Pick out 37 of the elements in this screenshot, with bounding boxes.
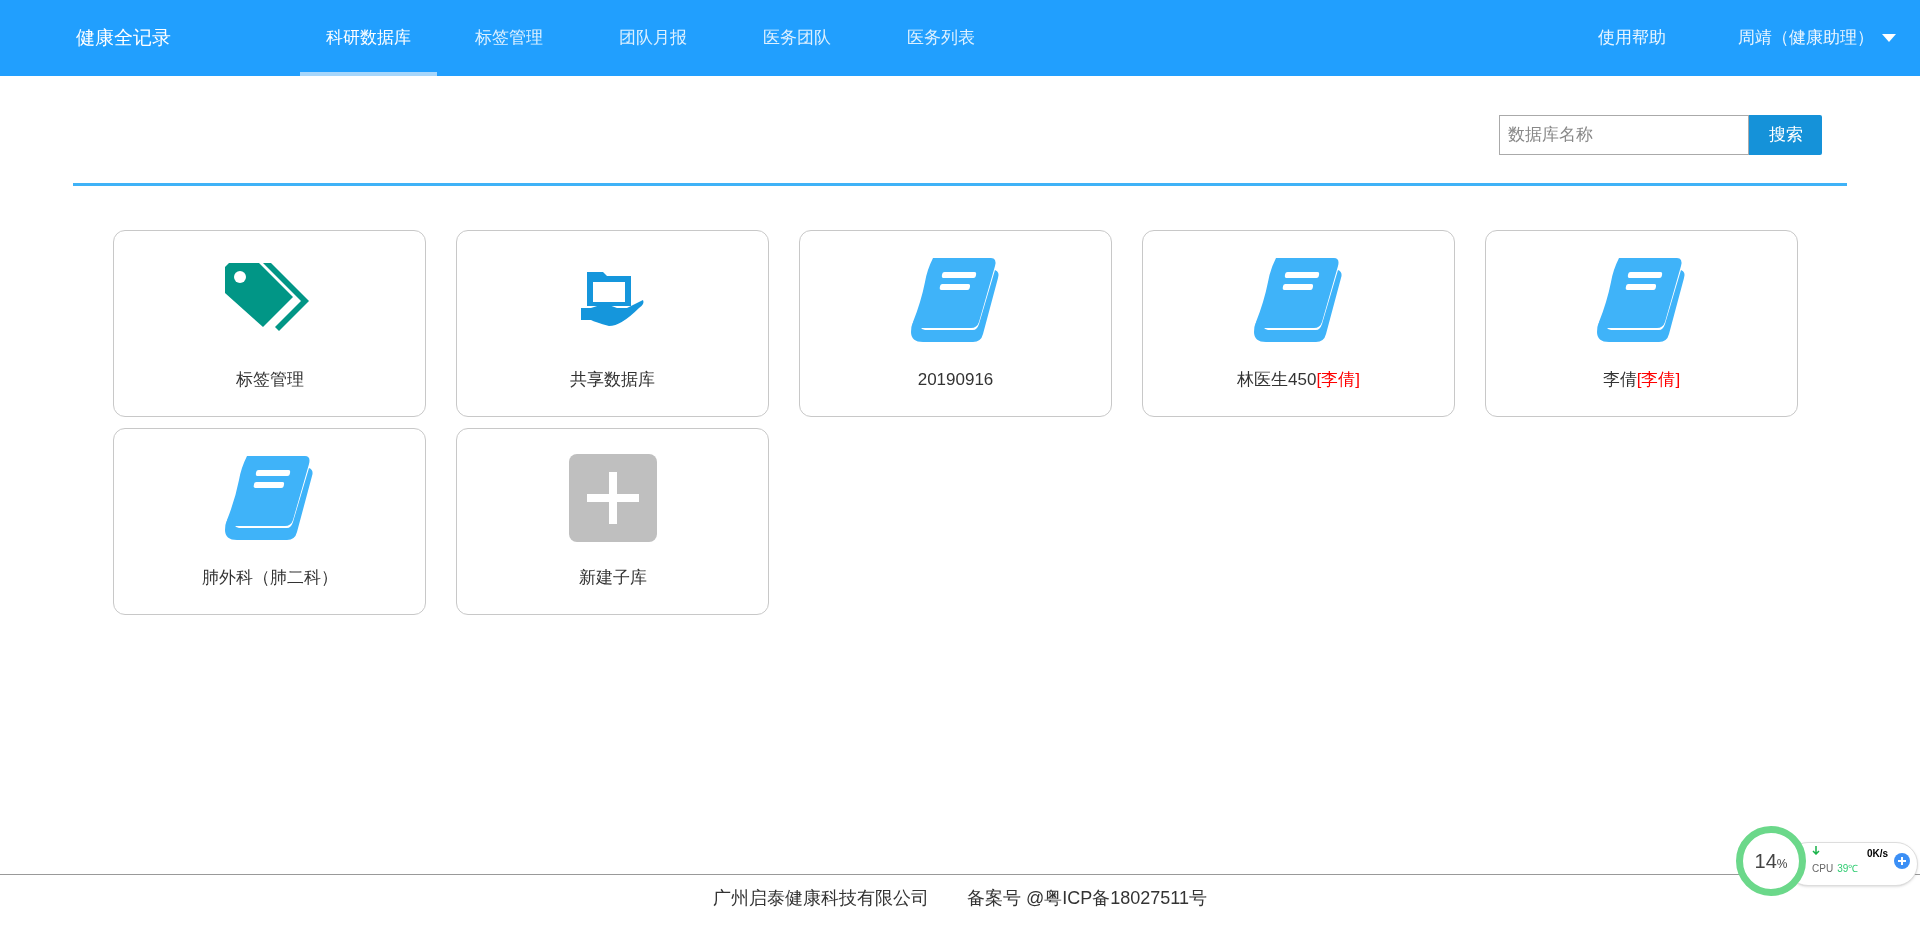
- card-title: 林医生450[李倩]: [1237, 369, 1360, 391]
- nav-tab[interactable]: 医务团队: [725, 0, 869, 76]
- icp-record: 备案号 @粤ICP备18027511号: [967, 887, 1207, 910]
- book-icon: [1253, 258, 1344, 342]
- brand-title[interactable]: 健康全记录: [76, 23, 171, 53]
- card-title: 肺外科（肺二科）: [201, 567, 338, 589]
- database-card[interactable]: 肺外科（肺二科）: [113, 428, 426, 615]
- database-card[interactable]: 李倩[李倩]: [1485, 230, 1798, 417]
- nav-tab[interactable]: 科研数据库: [300, 0, 437, 76]
- database-card[interactable]: 标签管理: [113, 230, 426, 417]
- caret-icon: [1882, 34, 1896, 42]
- add-icon[interactable]: [568, 454, 657, 542]
- card-title: 20190916: [917, 369, 994, 391]
- book-icon: [224, 456, 315, 540]
- card-title: 新建子库: [578, 567, 647, 589]
- card-title: 李倩[李倩]: [1602, 369, 1681, 391]
- help-link[interactable]: 使用帮助: [1598, 25, 1666, 51]
- network-speed: 0K/s: [1866, 847, 1888, 861]
- company-name: 广州启泰健康科技有限公司: [713, 887, 929, 910]
- database-card[interactable]: 新建子库: [456, 428, 769, 615]
- cpu-gauge[interactable]: 14%: [1736, 826, 1806, 896]
- database-card[interactable]: 林医生450[李倩]: [1142, 230, 1455, 417]
- nav-tab[interactable]: 医务列表: [869, 0, 1013, 76]
- book-icon: [1596, 258, 1687, 342]
- database-card[interactable]: 共享数据库: [456, 230, 769, 417]
- card-title: 共享数据库: [570, 369, 655, 391]
- search-button[interactable]: 搜索: [1749, 115, 1822, 155]
- search-field[interactable]: 数据库名称: [1499, 115, 1749, 155]
- download-arrow-icon: [1812, 846, 1820, 855]
- cpu-label: CPU: [1812, 862, 1834, 876]
- card-title: 标签管理: [235, 369, 304, 391]
- book-icon: [910, 258, 1001, 342]
- cpu-temperature: 39℃: [1837, 862, 1859, 876]
- nav-tab[interactable]: 标签管理: [437, 0, 581, 76]
- nav-tab[interactable]: 团队月报: [581, 0, 725, 76]
- user-menu[interactable]: 周靖（健康助理）: [1738, 25, 1896, 51]
- database-card[interactable]: 20190916: [799, 230, 1112, 417]
